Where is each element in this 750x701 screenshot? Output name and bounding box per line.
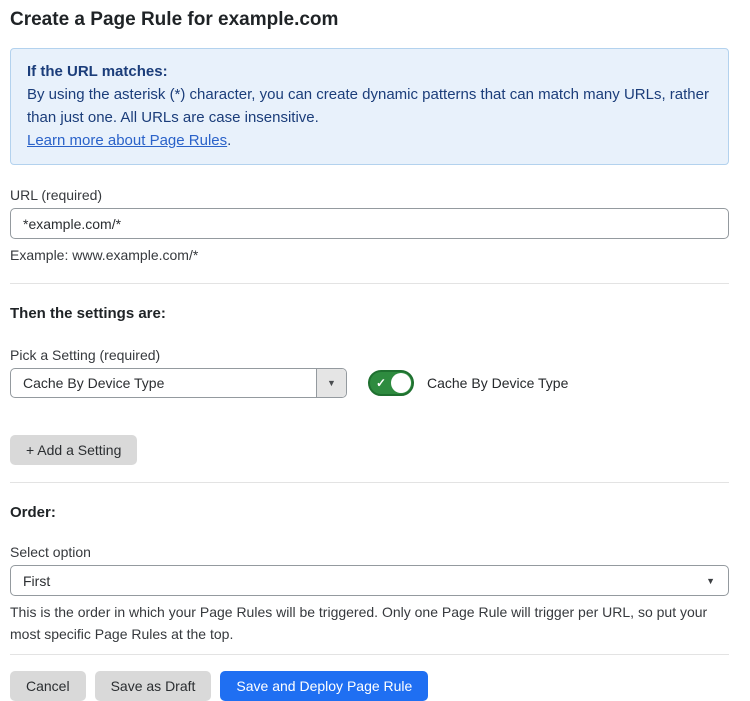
add-setting-button[interactable]: + Add a Setting	[10, 435, 137, 465]
info-box-heading: If the URL matches:	[27, 60, 712, 83]
section-divider	[10, 482, 729, 483]
order-select[interactable]: First ▼	[10, 565, 729, 596]
learn-more-link[interactable]: Learn more about Page Rules	[27, 132, 227, 149]
info-box-body: By using the asterisk (*) character, you…	[27, 83, 712, 129]
setting-picker-row: Cache By Device Type ▼ ✓ Cache By Device…	[10, 368, 729, 398]
order-helper-text: This is the order in which your Page Rul…	[10, 601, 729, 645]
url-label: URL (required)	[10, 187, 729, 204]
settings-section-heading: Then the settings are:	[10, 304, 729, 323]
order-select-label: Select option	[10, 544, 729, 561]
info-box-link-line: Learn more about Page Rules.	[27, 129, 712, 152]
section-divider	[10, 283, 729, 284]
page-title: Create a Page Rule for example.com	[10, 8, 729, 32]
cancel-button[interactable]: Cancel	[10, 671, 86, 701]
chevron-down-icon: ▼	[327, 378, 336, 388]
setting-picker-label: Pick a Setting (required)	[10, 347, 729, 364]
page-rule-form: Create a Page Rule for example.com If th…	[0, 0, 750, 701]
url-helper-text: Example: www.example.com/*	[10, 244, 729, 266]
footer-divider	[10, 654, 729, 655]
toggle-knob	[391, 373, 411, 393]
setting-picker-value: Cache By Device Type	[11, 369, 316, 397]
toggle-label: Cache By Device Type	[427, 375, 568, 391]
url-match-info-box: If the URL matches: By using the asteris…	[10, 48, 729, 165]
url-input[interactable]	[10, 208, 729, 239]
setting-picker-select[interactable]: Cache By Device Type ▼	[10, 368, 347, 398]
order-select-value: First	[23, 573, 50, 589]
order-section-heading: Order:	[10, 503, 729, 522]
footer-actions: Cancel Save as Draft Save and Deploy Pag…	[10, 671, 729, 701]
chevron-down-icon: ▼	[706, 576, 715, 586]
link-suffix: .	[227, 132, 231, 149]
check-icon: ✓	[376, 377, 386, 389]
save-draft-button[interactable]: Save as Draft	[95, 671, 212, 701]
setting-picker-arrow-button[interactable]: ▼	[316, 369, 346, 397]
cache-device-toggle[interactable]: ✓	[368, 370, 414, 396]
save-deploy-button[interactable]: Save and Deploy Page Rule	[220, 671, 428, 701]
